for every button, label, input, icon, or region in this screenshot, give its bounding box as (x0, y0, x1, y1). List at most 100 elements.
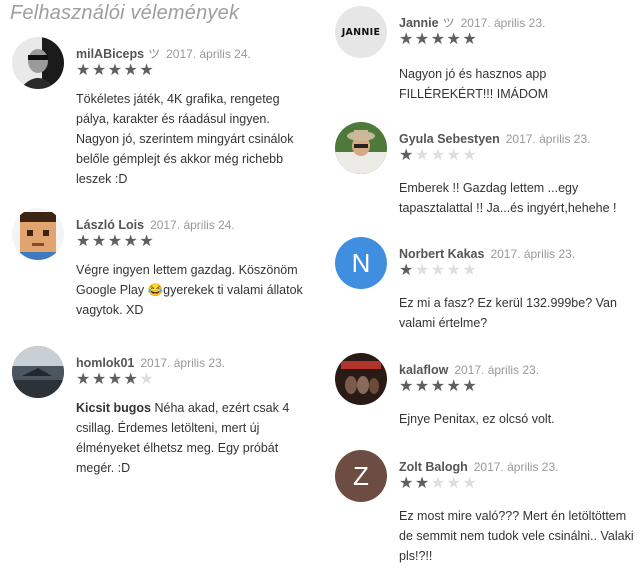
user-avatar[interactable] (12, 208, 64, 260)
review-header: László Lois 2017. április 24. (76, 216, 235, 234)
star-empty-icon: ★ (414, 147, 431, 164)
star-rating: ★★★★★ (76, 234, 155, 250)
user-avatar[interactable]: Z (335, 450, 387, 502)
review-date: 2017. április 23. (454, 363, 540, 377)
user-avatar[interactable] (12, 37, 64, 89)
review-author[interactable]: Norbert Kakas (399, 247, 484, 261)
review-text: Tökéletes játék, 4K grafika, rengeteg pá… (76, 89, 308, 189)
star-filled-icon: ★ (123, 233, 140, 250)
review-text: Kicsit bugos Néha akad, ezért csak 4 csi… (76, 398, 308, 478)
review-date: 2017. április 23. (505, 132, 591, 146)
review-text: Emberek !! Gazdag lettem ...egy tapaszta… (399, 178, 639, 218)
star-filled-icon: ★ (414, 475, 431, 492)
star-rating: ★★★★★ (76, 372, 155, 388)
review-author[interactable]: Gyula Sebestyen (399, 132, 500, 146)
star-filled-icon: ★ (107, 62, 124, 79)
author-badge-icon: ツ (442, 16, 455, 30)
star-empty-icon: ★ (462, 147, 479, 164)
star-empty-icon: ★ (462, 262, 479, 279)
avatar-letter: N (351, 247, 371, 278)
review-text-body: Emberek !! Gazdag lettem ...egy tapaszta… (399, 181, 617, 215)
avatar-label: JANNIE (341, 26, 381, 38)
review-text-body: Ejnye Penitax, ez olcsó volt. (399, 412, 555, 426)
review-author[interactable]: Zolt Balogh (399, 460, 468, 474)
review-header: Jannie ツ 2017. április 23. (399, 14, 545, 32)
star-filled-icon: ★ (446, 31, 463, 48)
review-header: homlok01 2017. április 23. (76, 354, 225, 372)
star-filled-icon: ★ (139, 233, 156, 250)
star-filled-icon: ★ (139, 62, 156, 79)
star-rating: ★★★★★ (399, 379, 478, 395)
review-text-body: Nagyon jó és hasznos app FILLÉREKÉRT!!! … (399, 67, 549, 101)
review-item: N Norbert Kakas 2017. április 23. ★★★★★ E… (335, 237, 635, 337)
user-avatar[interactable] (12, 346, 64, 398)
star-empty-icon: ★ (462, 475, 479, 492)
star-filled-icon: ★ (399, 378, 415, 395)
star-filled-icon: ★ (399, 262, 415, 279)
review-item: Gyula Sebestyen 2017. április 23. ★★★★★ E… (335, 122, 635, 222)
star-filled-icon: ★ (446, 378, 463, 395)
user-avatar[interactable]: JANNIE (335, 6, 387, 58)
review-text: Ejnye Penitax, ez olcsó volt. (399, 409, 639, 429)
review-text-body: Ez mi a fasz? Ez kerül 132.999be? Van va… (399, 296, 617, 330)
star-rating: ★★★★★ (399, 263, 478, 279)
review-author[interactable]: kalaflow (399, 363, 448, 377)
avatar-letter: Z (353, 460, 369, 491)
star-filled-icon: ★ (76, 62, 92, 79)
star-empty-icon: ★ (446, 475, 463, 492)
star-empty-icon: ★ (414, 262, 431, 279)
review-text-bold: Kicsit bugos (76, 401, 152, 415)
user-avatar[interactable] (335, 353, 387, 405)
star-empty-icon: ★ (139, 371, 156, 388)
review-header: Zolt Balogh 2017. április 23. (399, 458, 558, 476)
star-rating: ★★★★★ (399, 32, 478, 48)
review-text: Végre ingyen lettem gazdag. Köszönöm Goo… (76, 260, 308, 320)
star-filled-icon: ★ (399, 147, 415, 164)
star-filled-icon: ★ (399, 475, 415, 492)
star-empty-icon: ★ (430, 262, 447, 279)
review-date: 2017. április 23. (473, 460, 559, 474)
review-text-body: Tökéletes játék, 4K grafika, rengeteg pá… (76, 92, 294, 186)
review-item: László Lois 2017. április 24. ★★★★★ Végre… (12, 208, 312, 328)
review-text: Ez mi a fasz? Ez kerül 132.999be? Van va… (399, 293, 639, 333)
review-author[interactable]: homlok01 (76, 356, 134, 370)
author-badge-icon: ツ (148, 47, 161, 61)
star-empty-icon: ★ (430, 147, 447, 164)
star-filled-icon: ★ (123, 62, 140, 79)
star-filled-icon: ★ (430, 31, 447, 48)
star-empty-icon: ★ (446, 147, 463, 164)
user-avatar[interactable] (335, 122, 387, 174)
review-author[interactable]: Jannie (399, 16, 439, 30)
star-filled-icon: ★ (462, 378, 479, 395)
user-avatar[interactable]: N (335, 237, 387, 289)
page-title: Felhasználói vélemények (10, 2, 240, 24)
star-filled-icon: ★ (430, 378, 447, 395)
review-item: milABiceps ツ 2017. április 24. ★★★★★ Tökél… (12, 37, 312, 192)
star-rating: ★★★★★ (399, 476, 478, 492)
star-rating: ★★★★★ (399, 148, 478, 164)
star-filled-icon: ★ (399, 31, 415, 48)
star-filled-icon: ★ (76, 371, 92, 388)
review-item: JANNIE Jannie ツ 2017. április 23. ★★★★★ Na… (335, 6, 635, 106)
star-filled-icon: ★ (107, 233, 124, 250)
star-filled-icon: ★ (91, 233, 108, 250)
review-item: Z Zolt Balogh 2017. április 23. ★★★★★ Ez … (335, 450, 635, 575)
star-empty-icon: ★ (446, 262, 463, 279)
review-date: 2017. április 24. (150, 218, 235, 232)
review-text: Ez most mire való??? Mert én letöltöttem… (399, 506, 639, 566)
star-filled-icon: ★ (462, 31, 479, 48)
star-filled-icon: ★ (123, 371, 140, 388)
review-header: milABiceps ツ 2017. április 24. (76, 45, 251, 63)
review-text: Nagyon jó és hasznos app FILLÉREKÉRT!!! … (399, 64, 631, 104)
review-text-body: Ez most mire való??? Mert én letöltöttem… (399, 509, 634, 563)
review-date: 2017. április 23. (490, 247, 576, 261)
review-date: 2017. április 24. (166, 47, 251, 61)
star-filled-icon: ★ (107, 371, 124, 388)
review-date: 2017. április 23. (140, 356, 226, 370)
review-author[interactable]: milABiceps (76, 47, 144, 61)
review-author[interactable]: László Lois (76, 218, 144, 232)
star-filled-icon: ★ (91, 371, 108, 388)
star-filled-icon: ★ (414, 31, 431, 48)
review-header: Gyula Sebestyen 2017. április 23. (399, 130, 590, 148)
review-text-body: Végre ingyen lettem gazdag. Köszönöm Goo… (76, 263, 303, 317)
